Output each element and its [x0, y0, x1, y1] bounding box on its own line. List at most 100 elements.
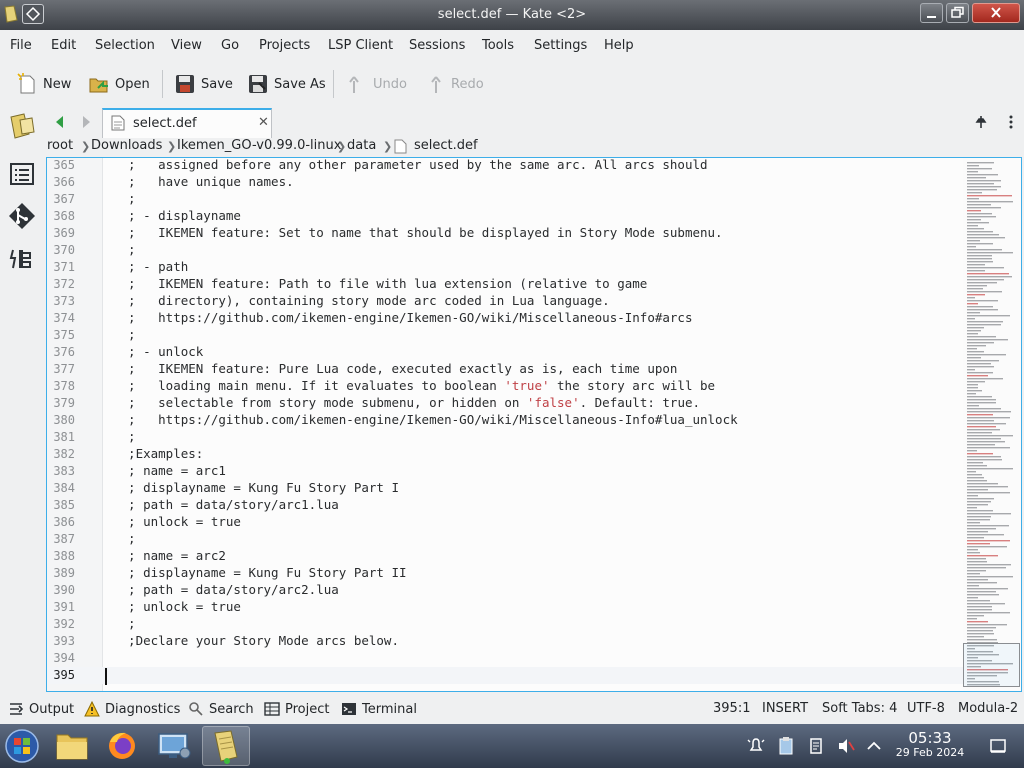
new-button[interactable]: New [16, 68, 71, 100]
menu-go[interactable]: Go [221, 38, 239, 53]
redo-button[interactable]: Redo [426, 68, 484, 100]
tab-close-icon[interactable]: ✕ [258, 115, 269, 130]
outline-list-icon[interactable] [8, 160, 36, 188]
new-document-icon [17, 73, 35, 94]
save-as-button[interactable]: Save As [247, 68, 326, 100]
taskbar-kate[interactable] [202, 726, 250, 766]
minimap-line [967, 324, 1001, 326]
git-icon[interactable] [8, 202, 36, 230]
close-button[interactable] [972, 3, 1020, 23]
chevron-right-icon: ❯ [81, 140, 91, 153]
indentation-setting[interactable]: Soft Tabs: 4 [822, 701, 897, 716]
minimap-line [967, 471, 976, 473]
menu-projects[interactable]: Projects [259, 38, 310, 53]
taskbar-firefox[interactable] [100, 726, 144, 766]
save-as-label: Save As [274, 76, 326, 92]
search-panel-button[interactable]: Search [188, 701, 254, 717]
breadcrumb-data[interactable]: data [347, 138, 376, 153]
line-number: 391 [53, 600, 75, 614]
line-number: 393 [53, 634, 75, 648]
code-line: 385 ; path = data/story/arc1.lua [47, 497, 963, 514]
project-panel-button[interactable]: Project [264, 701, 329, 717]
tab-select-def[interactable]: select.def ✕ [102, 108, 272, 138]
minimap-line [967, 405, 979, 407]
minimap-viewport[interactable] [963, 643, 1020, 687]
output-panel-button[interactable]: Output [8, 701, 74, 717]
minimap-line [967, 621, 988, 623]
breadcrumb-ikemen[interactable]: Ikemen_GO-v0.99.0-linux [177, 138, 341, 153]
minimap-line [967, 432, 992, 434]
project-label: Project [285, 701, 330, 717]
menu-edit[interactable]: Edit [51, 38, 76, 53]
minimap-line [967, 381, 985, 383]
back-arrow-icon[interactable] [52, 114, 68, 130]
minimap-line [967, 549, 978, 551]
code-line: 388 ; name = arc2 [47, 548, 963, 565]
more-options-icon[interactable] [1004, 114, 1018, 130]
syntax-mode[interactable]: Modula-2 [958, 701, 1018, 716]
pin-icon[interactable] [974, 114, 988, 130]
menu-sessions[interactable]: Sessions [409, 38, 465, 53]
menu-view[interactable]: View [171, 38, 202, 53]
minimap-line [967, 402, 996, 404]
show-desktop-icon[interactable] [988, 736, 1008, 756]
text-file-icon [111, 115, 125, 131]
code-line: 376 ; - unlock [47, 344, 963, 361]
menu-settings[interactable]: Settings [534, 38, 587, 53]
documents-panel-icon[interactable] [8, 112, 36, 140]
minimap-line [967, 495, 978, 497]
undo-button[interactable]: Undo [348, 68, 407, 100]
cursor-position[interactable]: 395:1 [713, 701, 750, 716]
minimap-line [967, 378, 1003, 380]
code-line: 384 ; displayname = Kung Fu Story Part I [47, 480, 963, 497]
start-menu-icon[interactable] [4, 728, 40, 764]
clipboard-icon[interactable] [776, 736, 796, 756]
terminal-panel-button[interactable]: Terminal [341, 701, 417, 717]
menu-lsp-client[interactable]: LSP Client [328, 38, 393, 53]
minimap-line [967, 216, 996, 218]
minimap-line [967, 420, 994, 422]
clock[interactable]: 05:33 29 Feb 2024 [888, 729, 972, 759]
minimap-line [967, 585, 979, 587]
breadcrumb-root[interactable]: root [47, 138, 73, 153]
maximize-button[interactable] [946, 3, 969, 23]
save-button[interactable]: Save [174, 68, 233, 100]
open-folder-icon [89, 78, 108, 93]
open-button[interactable]: Open [88, 68, 150, 100]
minimap-line [967, 231, 993, 233]
taskbar-file-manager[interactable] [50, 726, 94, 766]
code-line: 395 [47, 667, 963, 684]
code-line: 379 ; selectable from story mode submenu… [47, 395, 963, 412]
printer-clipboard-icon[interactable] [806, 736, 826, 756]
minimap[interactable] [963, 158, 1021, 691]
line-number: 379 [53, 396, 75, 410]
minimize-button[interactable] [920, 3, 943, 23]
minimap-line [967, 264, 985, 266]
menu-bar: File Edit Selection View Go Projects LSP… [0, 30, 1024, 62]
menu-selection[interactable]: Selection [95, 38, 155, 53]
diagnostics-panel-button[interactable]: Diagnostics [84, 701, 180, 717]
minimap-line [967, 219, 981, 221]
minimap-line [967, 300, 998, 302]
code-editor[interactable]: 365 ; assigned before any other paramete… [46, 157, 1022, 692]
line-number: 378 [53, 379, 75, 393]
encoding-setting[interactable]: UTF-8 [907, 701, 945, 716]
volume-muted-icon[interactable] [836, 736, 856, 756]
minimap-line [967, 318, 975, 320]
menu-tools[interactable]: Tools [482, 38, 514, 53]
breadcrumb-downloads[interactable]: Downloads [91, 138, 162, 153]
taskbar-system-settings[interactable] [152, 726, 196, 766]
minimap-line [967, 180, 1001, 182]
line-number: 395 [53, 668, 75, 682]
symbols-panel-icon[interactable] [8, 246, 36, 274]
menu-file[interactable]: File [10, 38, 32, 53]
forward-arrow-icon[interactable] [78, 114, 94, 130]
input-mode[interactable]: INSERT [762, 701, 808, 716]
notifications-icon[interactable] [746, 736, 766, 756]
breadcrumb-file[interactable]: select.def [414, 138, 478, 153]
save-as-icon [249, 75, 267, 93]
chevron-up-icon[interactable] [864, 736, 884, 756]
menu-help[interactable]: Help [604, 38, 634, 53]
code-line: 380 ; https://github.com/ikemen-engine/I… [47, 412, 963, 429]
minimap-line [967, 627, 996, 629]
